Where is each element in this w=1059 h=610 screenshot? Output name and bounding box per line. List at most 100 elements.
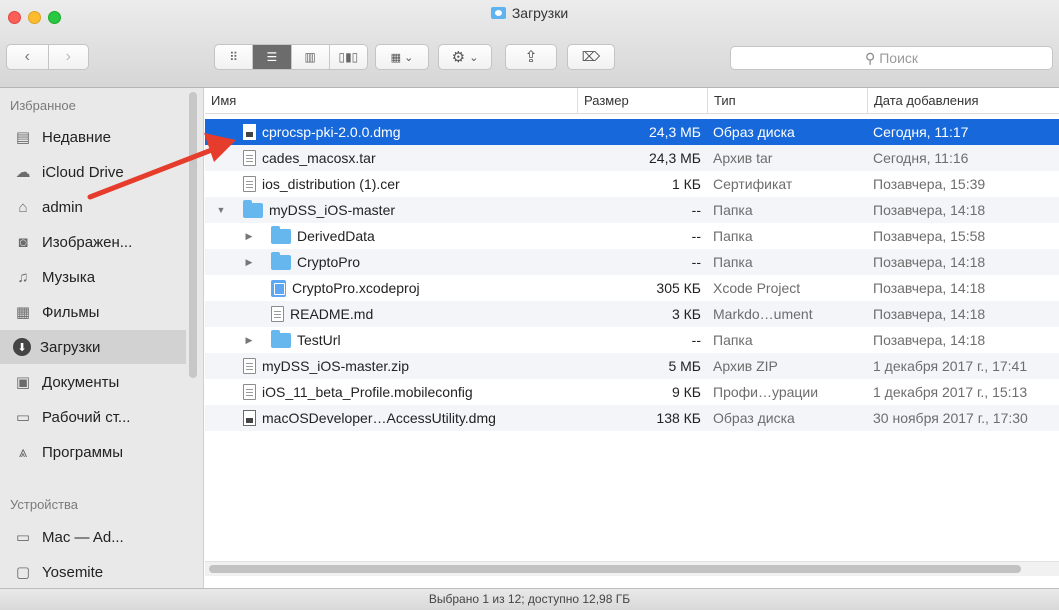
table-row[interactable]: cprocsp-pki-2.0.0.dmg 24,3 МБ Образ диска С… xyxy=(205,119,1059,145)
sidebar-item-label: Фильмы xyxy=(42,303,100,321)
file-name-cell: cprocsp-pki-2.0.0.dmg xyxy=(215,119,573,145)
disclosure-closed-icon[interactable]: ▶ xyxy=(243,249,255,275)
sidebar-item-music[interactable]: ♫ Музыка xyxy=(0,260,186,294)
search-field[interactable]: ⚲ Поиск xyxy=(730,46,1053,70)
file-name-cell: ▶ CryptoPro xyxy=(243,249,573,275)
table-row[interactable]: macOSDeveloper…AccessUtility.dmg 138 КБ Об… xyxy=(205,405,1059,431)
file-type: Сертификат xyxy=(713,176,793,192)
sidebar-item-label: Yosemite xyxy=(42,563,104,581)
disk-icon: ▢ xyxy=(15,564,31,581)
icon-view-icon: ⠿ xyxy=(229,50,239,64)
file-size: 24,3 МБ xyxy=(649,150,701,166)
file-name: ios_distribution (1).cer xyxy=(262,176,400,192)
action-button[interactable]: ⚙ ⌄ xyxy=(438,44,492,70)
sidebar-item-documents[interactable]: ▣ Документы xyxy=(0,365,186,399)
table-row[interactable]: ▼ myDSS_iOS-master -- Папка Позавчера, 14:18 xyxy=(205,197,1059,223)
computer-icon: ▭ xyxy=(15,529,31,546)
table-row[interactable]: ios_distribution (1).cer 1 КБ Сертификат По… xyxy=(205,171,1059,197)
back-button[interactable]: ‹ xyxy=(7,45,48,69)
disclosure-closed-icon[interactable]: ▶ xyxy=(243,327,255,353)
column-header-date[interactable]: Дата добавления xyxy=(867,88,1059,114)
sidebar-item-recents[interactable]: ▤ Недавние xyxy=(0,120,186,154)
file-type: Образ диска xyxy=(713,410,795,426)
file-size: -- xyxy=(691,228,701,244)
file-date-added: Сегодня, 11:17 xyxy=(873,124,969,140)
tag-button[interactable]: ⌦ xyxy=(567,44,615,70)
forward-button[interactable]: › xyxy=(47,45,89,69)
document-icon xyxy=(243,384,256,400)
sidebar-item-disk[interactable]: ▢ Yosemite xyxy=(0,555,186,589)
table-row[interactable]: README.md 3 КБ Markdo…ument Позавчера, 14:1… xyxy=(205,301,1059,327)
arrange-icon: ▦ xyxy=(390,51,402,64)
file-type: Markdo…ument xyxy=(713,306,813,322)
file-date-added: 1 декабря 2017 г., 17:41 xyxy=(873,358,1028,374)
column-view-button[interactable]: ▥ xyxy=(290,45,329,69)
file-date-added: 30 ноября 2017 г., 17:30 xyxy=(873,410,1028,426)
sidebar-item-computer[interactable]: ▭ Mac — Ad... xyxy=(0,520,186,554)
file-type: Папка xyxy=(713,254,753,270)
sidebar-item-home[interactable]: ⌂ admin xyxy=(0,190,186,224)
sidebar-item-label: Музыка xyxy=(42,268,96,286)
sidebar-item-downloads[interactable]: ⬇ Загрузки xyxy=(0,330,186,364)
file-size: 24,3 МБ xyxy=(649,124,701,140)
column-header-size[interactable]: Размер xyxy=(577,88,707,114)
file-size: -- xyxy=(691,254,701,270)
file-name-cell: ▼ myDSS_iOS-master xyxy=(215,197,573,223)
folder-icon xyxy=(271,225,291,244)
disclosure-closed-icon[interactable]: ▶ xyxy=(243,223,255,249)
downloads-folder-icon xyxy=(490,7,506,19)
table-row[interactable]: myDSS_iOS-master.zip 5 МБ Архив ZIP 1 декаб… xyxy=(205,353,1059,379)
share-button[interactable]: ⇪ xyxy=(505,44,557,70)
favorites-header: Избранное xyxy=(10,98,76,113)
sidebar-scrollbar[interactable] xyxy=(189,92,197,378)
disclosure-open-icon[interactable]: ▼ xyxy=(215,197,227,223)
share-icon: ⇪ xyxy=(524,49,538,66)
column-header-name[interactable]: Имя xyxy=(205,88,577,114)
status-bar: Выбрано 1 из 12; доступно 12,98 ГБ xyxy=(0,588,1059,610)
file-size: 5 МБ xyxy=(668,358,701,374)
file-name: TestUrl xyxy=(297,332,341,348)
table-row[interactable]: iOS_11_beta_Profile.mobileconfig 9 КБ Проф… xyxy=(205,379,1059,405)
table-row[interactable]: ▶ TestUrl -- Папка Позавчера, 14:18 xyxy=(205,327,1059,353)
sidebar-item-desktop[interactable]: ▭ Рабочий ст... xyxy=(0,400,186,434)
table-row[interactable]: ▶ CryptoPro -- Папка Позавчера, 14:18 xyxy=(205,249,1059,275)
chevron-right-icon: › xyxy=(65,48,71,65)
document-icon xyxy=(243,150,256,166)
cover-flow-button[interactable]: ▯▮▯ xyxy=(328,45,367,69)
view-mode-group: ⠿ ☰ ▥ ▯▮▯ xyxy=(214,44,368,70)
file-type: Папка xyxy=(713,228,753,244)
file-name: README.md xyxy=(290,306,374,322)
tag-icon: ⌦ xyxy=(581,49,601,64)
column-headers: Имя Размер Тип Дата добавления xyxy=(205,88,1059,114)
file-size: 9 КБ xyxy=(671,384,701,400)
camera-icon: ◙ xyxy=(18,233,28,251)
sidebar-item-cloud[interactable]: ☁ iCloud Drive xyxy=(0,155,186,189)
search-icon: ⚲ xyxy=(864,49,876,66)
table-row[interactable]: ▶ DerivedData -- Папка Позавчера, 15:58 xyxy=(205,223,1059,249)
file-list: cprocsp-pki-2.0.0.dmg 24,3 МБ Образ диска С… xyxy=(205,114,1059,574)
file-type: Xcode Project xyxy=(713,280,801,296)
arrange-button[interactable]: ▦ ⌄ xyxy=(375,44,429,70)
table-row[interactable]: cades_macosx.tar 24,3 МБ Архив tar Сегодня,… xyxy=(205,145,1059,171)
document-icon xyxy=(271,306,284,322)
column-header-type[interactable]: Тип xyxy=(707,88,867,114)
icon-view-button[interactable]: ⠿ xyxy=(215,45,252,69)
search-placeholder: Поиск xyxy=(879,50,919,66)
sidebar-item-label: iCloud Drive xyxy=(42,163,124,181)
sidebar-item-film[interactable]: ▦ Фильмы xyxy=(0,295,186,329)
table-row[interactable]: CryptoPro.xcodeproj 305 КБ Xcode Project По… xyxy=(205,275,1059,301)
file-date-added: Позавчера, 14:18 xyxy=(873,306,986,322)
list-view-button[interactable]: ☰ xyxy=(252,45,291,69)
file-name-cell: macOSDeveloper…AccessUtility.dmg xyxy=(215,405,573,431)
horizontal-scrollbar[interactable] xyxy=(205,561,1059,576)
file-type: Профи…урации xyxy=(713,384,819,400)
scrollbar-thumb[interactable] xyxy=(209,565,1021,573)
file-date-added: Позавчера, 15:58 xyxy=(873,228,986,244)
file-date-added: Позавчера, 15:39 xyxy=(873,176,986,192)
file-name-cell: cades_macosx.tar xyxy=(215,145,573,171)
file-name-cell: ▶ TestUrl xyxy=(243,327,573,353)
list-view-icon: ☰ xyxy=(266,50,278,64)
sidebar-item-camera[interactable]: ◙ Изображен... xyxy=(0,225,186,259)
sidebar-item-applications[interactable]: ⩓ Программы xyxy=(0,435,186,469)
sidebar-item-label: Недавние xyxy=(42,128,111,146)
